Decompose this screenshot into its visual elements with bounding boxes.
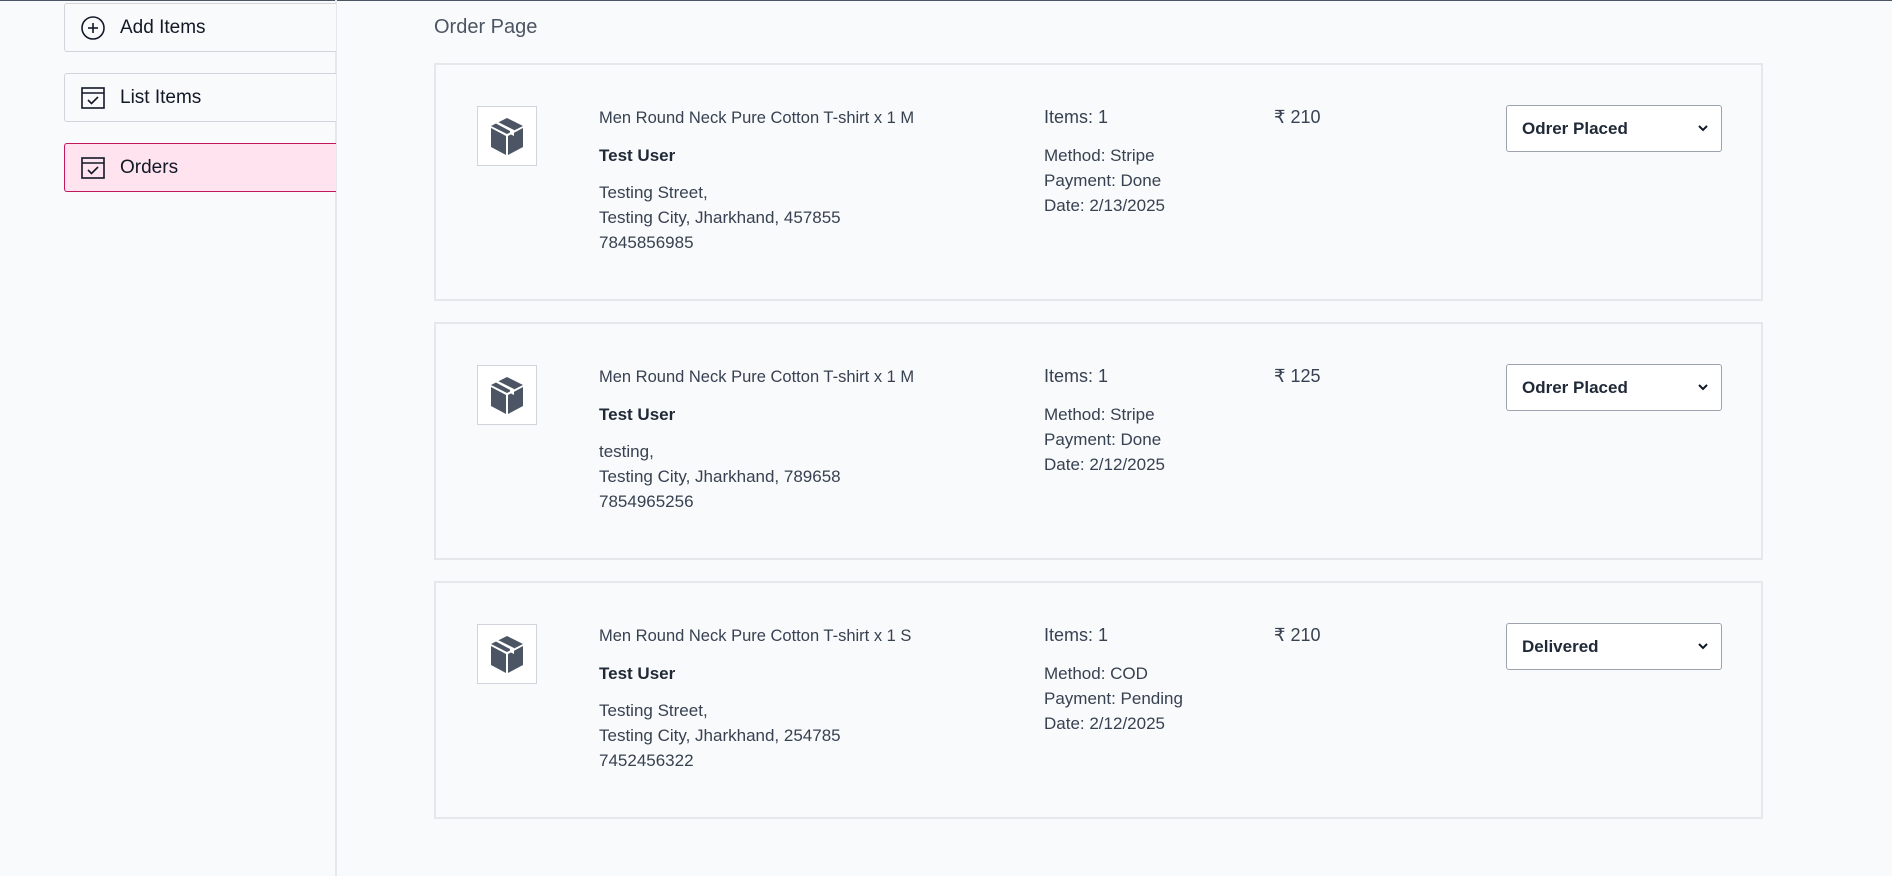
payment-status: Payment: Done [1044,171,1162,190]
address-line1: testing, [599,442,654,461]
chevron-down-icon [1698,125,1708,132]
payment-method: Method: Stripe [1044,405,1155,424]
status-value: Delivered [1522,636,1599,656]
address-line2: Testing City, Jharkhand, 457855 [599,208,841,227]
sidebar-item-label: Add Items [120,16,206,38]
status-value: Odrer Placed [1522,377,1628,397]
plus-circle-icon [81,15,105,40]
phone: 7452456322 [599,751,694,770]
product-line: Men Round Neck Pure Cotton T-shirt x 1 S [599,627,912,645]
sidebar: Add Items List Items Orders [0,0,337,876]
address: Testing Street, Testing City, Jharkhand,… [599,180,1019,255]
address-line2: Testing City, Jharkhand, 789658 [599,467,841,486]
calendar-check-icon [81,86,105,109]
page-title: Order Page [434,16,538,38]
product-line: Men Round Neck Pure Cotton T-shirt x 1 M [599,368,915,386]
payment-status: Payment: Done [1044,430,1162,449]
phone: 7854965256 [599,492,694,511]
order-date: Date: 2/12/2025 [1044,714,1165,733]
phone: 7845856985 [599,233,694,252]
order-date: Date: 2/12/2025 [1044,455,1165,474]
payment-method: Method: Stripe [1044,146,1155,165]
status-select[interactable]: Odrer Placed [1506,364,1722,411]
chevron-down-icon [1698,643,1708,650]
calendar-check-icon [81,156,105,179]
order-details: Men Round Neck Pure Cotton T-shirt x 1 M… [599,109,1019,255]
payment-status: Payment: Pending [1044,689,1183,708]
address-line1: Testing Street, [599,701,708,720]
sidebar-item-list-items[interactable]: List Items [64,73,336,122]
chevron-down-icon [1698,384,1708,391]
sidebar-item-add-items[interactable]: Add Items [64,3,336,52]
address: testing, Testing City, Jharkhand, 789658… [599,439,1019,514]
parcel-icon [477,624,537,684]
customer-name: Test User [599,405,676,424]
order-card: Men Round Neck Pure Cotton T-shirt x 1 S… [434,581,1763,819]
order-meta: Items: 1 Method: Stripe Payment: Done Da… [1044,107,1165,218]
order-card: Men Round Neck Pure Cotton T-shirt x 1 M… [434,63,1763,301]
payment-method: Method: COD [1044,664,1148,683]
address-line2: Testing City, Jharkhand, 254785 [599,726,841,745]
sidebar-item-orders[interactable]: Orders [64,143,336,192]
product-line: Men Round Neck Pure Cotton T-shirt x 1 M [599,109,915,127]
order-amount: ₹ 210 [1274,625,1321,645]
customer-name: Test User [599,146,676,165]
order-date: Date: 2/13/2025 [1044,196,1165,215]
items-count: Items: 1 [1044,107,1109,127]
items-count: Items: 1 [1044,625,1109,645]
status-select[interactable]: Odrer Placed [1506,105,1722,152]
sidebar-item-label: List Items [120,86,202,108]
order-details: Men Round Neck Pure Cotton T-shirt x 1 M… [599,368,1019,514]
order-meta: Items: 1 Method: COD Payment: Pending Da… [1044,625,1183,736]
parcel-icon [477,106,537,166]
order-amount: ₹ 125 [1274,366,1321,386]
status-value: Odrer Placed [1522,118,1628,138]
customer-name: Test User [599,664,676,683]
order-card: Men Round Neck Pure Cotton T-shirt x 1 M… [434,322,1763,560]
address: Testing Street, Testing City, Jharkhand,… [599,698,1019,773]
sidebar-item-label: Orders [120,156,179,178]
parcel-icon [477,365,537,425]
order-details: Men Round Neck Pure Cotton T-shirt x 1 S… [599,627,1019,773]
order-amount: ₹ 210 [1274,107,1321,127]
status-select[interactable]: Delivered [1506,623,1722,670]
items-count: Items: 1 [1044,366,1109,386]
address-line1: Testing Street, [599,183,708,202]
order-meta: Items: 1 Method: Stripe Payment: Done Da… [1044,366,1165,477]
